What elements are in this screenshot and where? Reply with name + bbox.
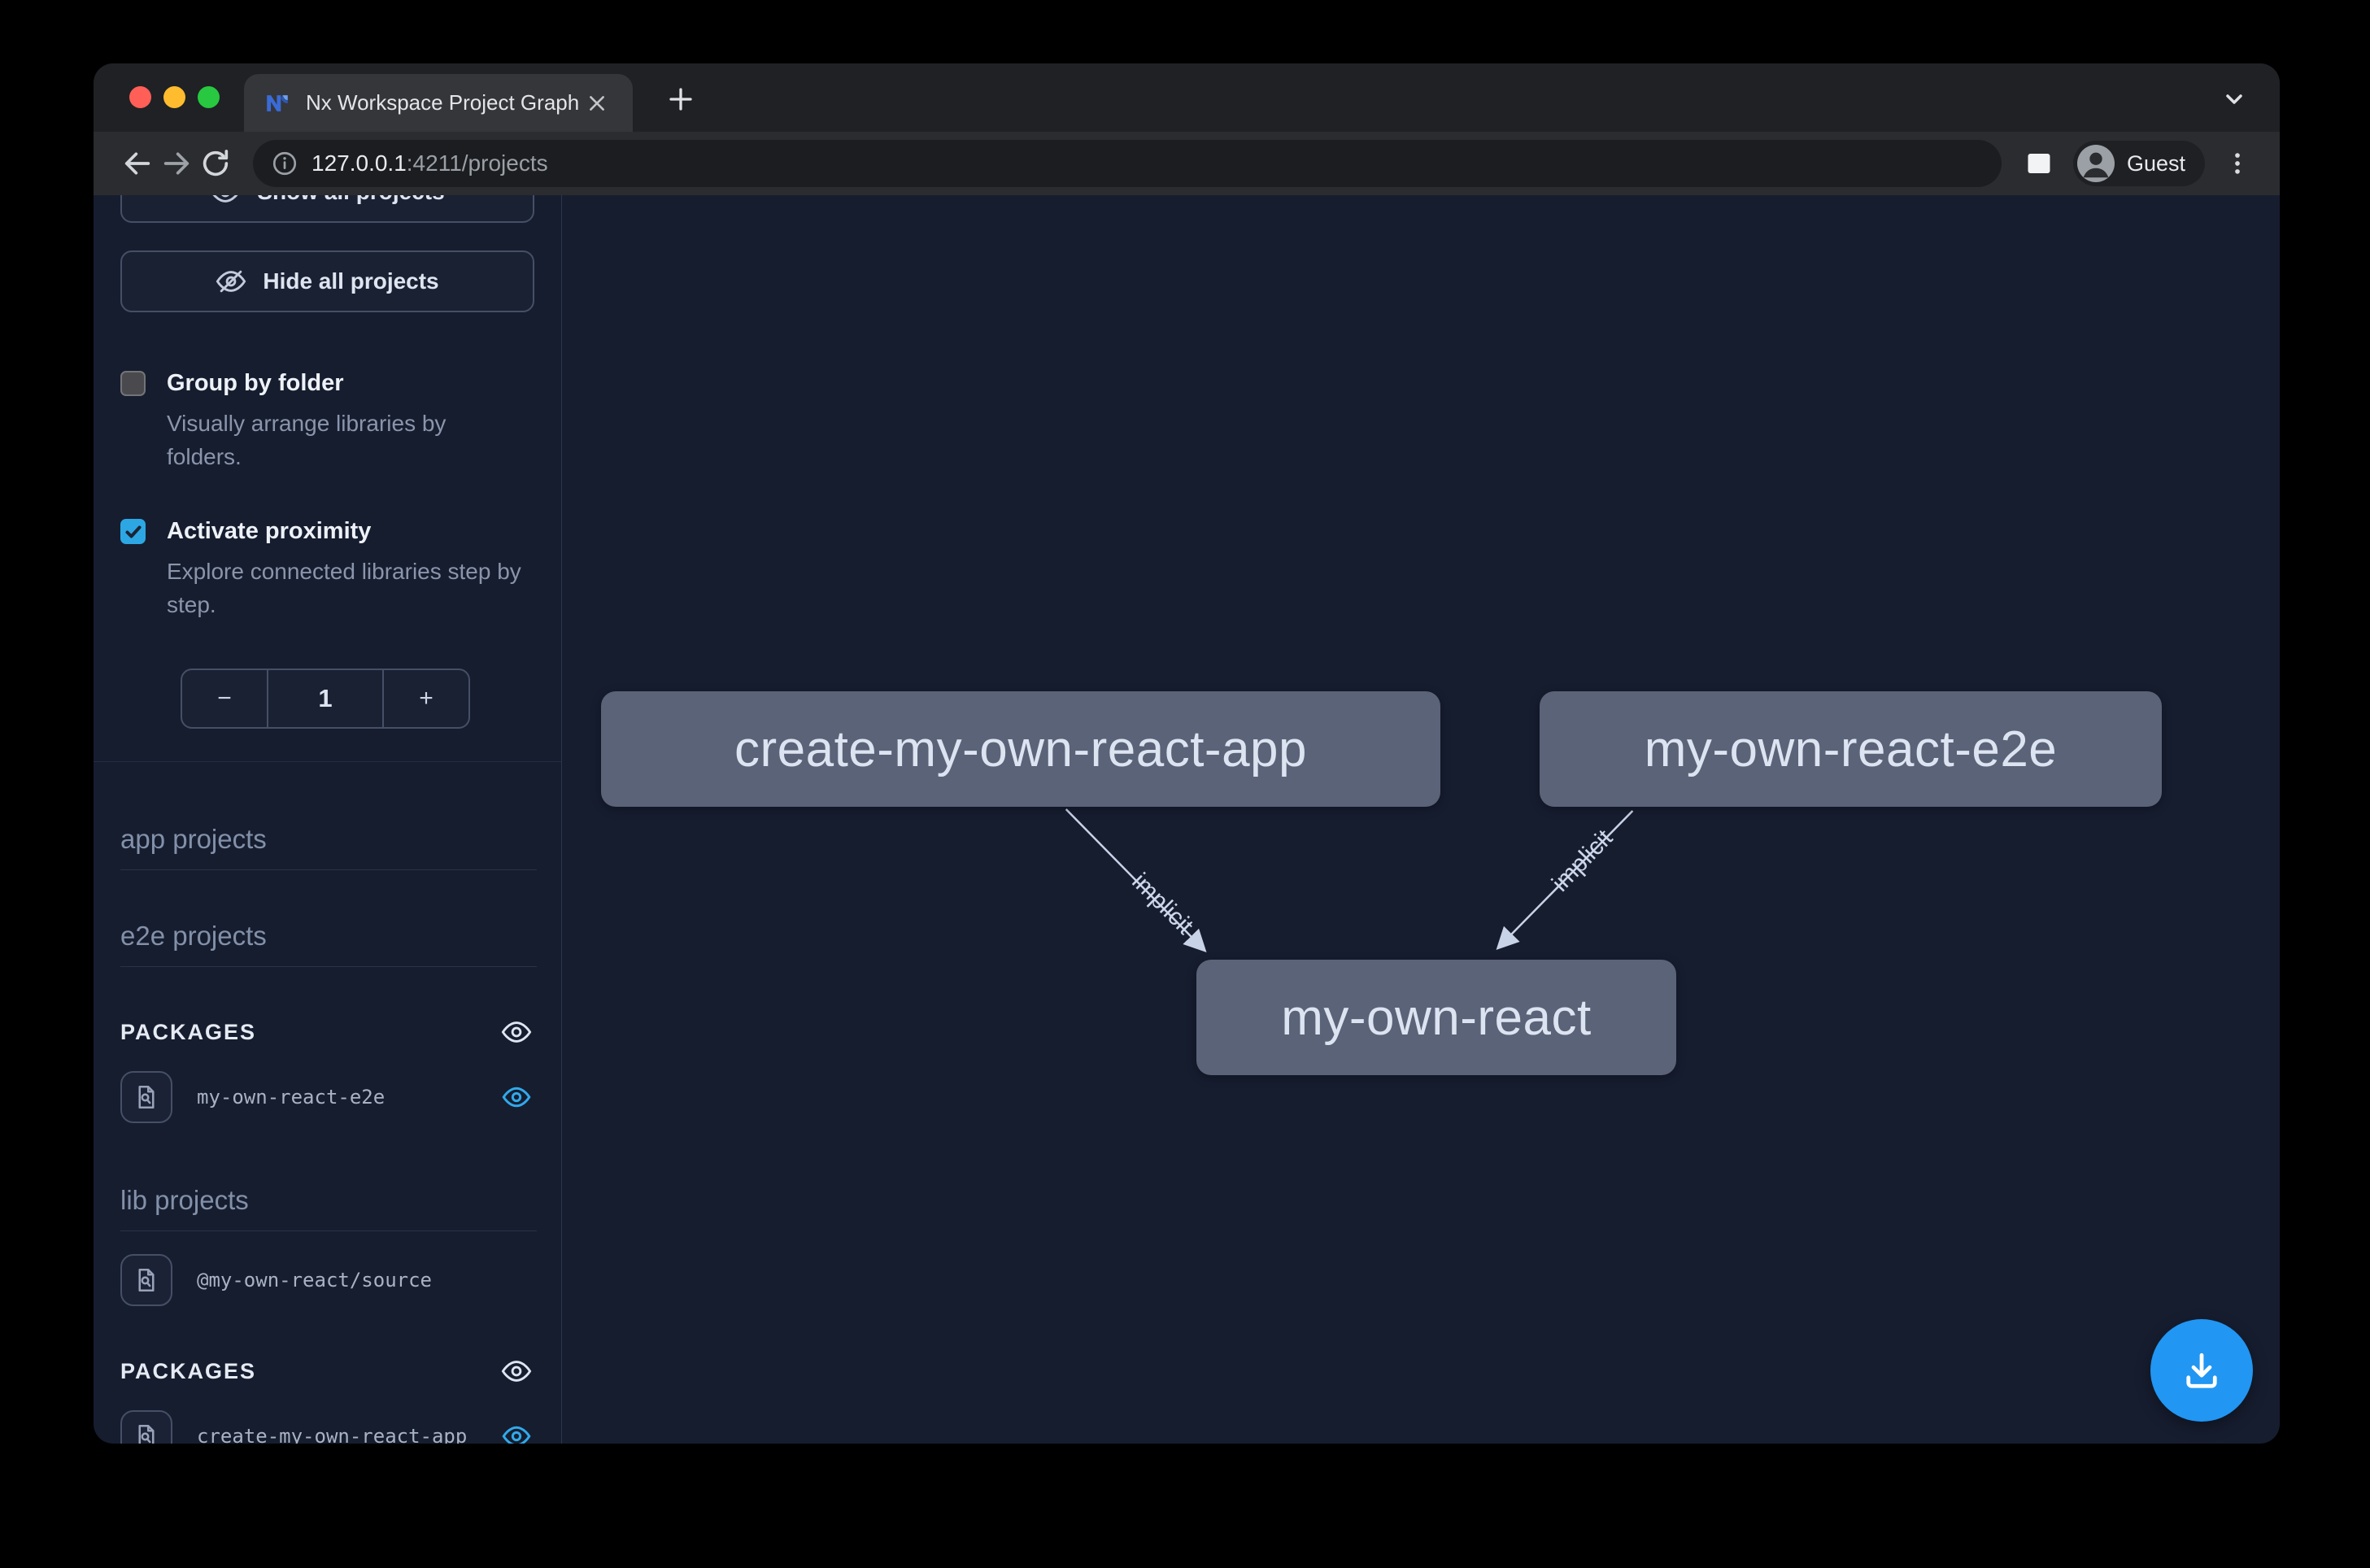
activate-proximity-option: Activate proximity Explore connected lib… bbox=[120, 517, 527, 621]
activate-proximity-checkbox[interactable] bbox=[120, 519, 146, 544]
url-text: 127.0.0.1:4211/projects bbox=[311, 150, 548, 176]
browser-toolbar: 127.0.0.1:4211/projects Guest bbox=[94, 132, 2280, 195]
project-name: my-own-react-e2e bbox=[197, 1086, 500, 1108]
edge-label: implicit bbox=[1126, 868, 1199, 940]
graph-edges: implicit implicit bbox=[562, 195, 2280, 1444]
close-window-button[interactable] bbox=[129, 86, 151, 108]
sidebar-divider bbox=[94, 761, 561, 762]
activate-proximity-label: Activate proximity bbox=[167, 517, 527, 545]
url-path: :4211/projects bbox=[407, 150, 548, 176]
decrement-button[interactable]: − bbox=[182, 670, 267, 727]
project-row: @my-own-react/source bbox=[120, 1254, 533, 1306]
hide-all-projects-label: Hide all projects bbox=[263, 268, 438, 294]
packages-heading: PACKAGES bbox=[120, 1020, 256, 1045]
forward-button[interactable] bbox=[157, 144, 196, 183]
tab-close-icon[interactable] bbox=[581, 87, 613, 120]
back-button[interactable] bbox=[118, 144, 157, 183]
project-detail-icon[interactable] bbox=[120, 1071, 172, 1123]
increment-button[interactable]: + bbox=[384, 670, 468, 727]
project-row: my-own-react-e2e bbox=[120, 1071, 533, 1123]
tab-strip: Nx Workspace Project Graph bbox=[94, 63, 2280, 132]
activate-proximity-description: Explore connected libraries step by step… bbox=[167, 555, 527, 621]
packages-heading: PACKAGES bbox=[120, 1359, 256, 1384]
browser-menu-icon[interactable] bbox=[2220, 146, 2255, 181]
e2e-projects-heading: e2e projects bbox=[120, 921, 537, 967]
profile-chip[interactable]: Guest bbox=[2073, 141, 2205, 186]
proximity-depth-value: 1 bbox=[267, 670, 384, 727]
address-bar[interactable]: 127.0.0.1:4211/projects bbox=[253, 140, 2002, 187]
project-name: create-my-own-react-app bbox=[197, 1425, 500, 1444]
group-by-folder-description: Visually arrange libraries by folders. bbox=[167, 407, 527, 473]
project-graph-canvas[interactable]: implicit implicit create-my-own-react-ap… bbox=[561, 195, 2280, 1444]
graph-node-create-my-own-react-app[interactable]: create-my-own-react-app bbox=[601, 691, 1440, 807]
hide-all-projects-button[interactable]: Hide all projects bbox=[120, 250, 534, 312]
profile-label: Guest bbox=[2127, 151, 2185, 176]
zoom-window-button[interactable] bbox=[198, 86, 220, 108]
page-content: Show all projects Hide all projects Grou… bbox=[94, 195, 2280, 1444]
minimize-window-button[interactable] bbox=[163, 86, 185, 108]
tab-title: Nx Workspace Project Graph bbox=[306, 90, 581, 115]
checkmark-icon bbox=[124, 522, 143, 542]
packages-section-header: PACKAGES bbox=[120, 1355, 533, 1387]
tab-search-chevron-icon[interactable] bbox=[2220, 85, 2249, 114]
group-by-folder-label: Group by folder bbox=[167, 369, 527, 397]
project-detail-icon[interactable] bbox=[120, 1254, 172, 1306]
nx-logo-icon bbox=[264, 89, 291, 117]
project-detail-icon[interactable] bbox=[120, 1410, 172, 1444]
graph-node-my-own-react-e2e[interactable]: my-own-react-e2e bbox=[1540, 691, 2162, 807]
browser-tab[interactable]: Nx Workspace Project Graph bbox=[244, 74, 633, 132]
avatar-icon bbox=[2077, 145, 2115, 182]
proximity-depth-stepper: − 1 + bbox=[181, 669, 470, 729]
app-projects-heading: app projects bbox=[120, 824, 537, 870]
download-graph-button[interactable] bbox=[2150, 1319, 2253, 1422]
show-all-projects-button[interactable]: Show all projects bbox=[120, 195, 534, 223]
traffic-lights bbox=[129, 86, 220, 108]
show-all-projects-label: Show all projects bbox=[257, 195, 444, 205]
download-icon bbox=[2177, 1346, 2226, 1395]
reload-button[interactable] bbox=[196, 144, 235, 183]
project-name: @my-own-react/source bbox=[197, 1269, 533, 1291]
site-info-icon[interactable] bbox=[271, 150, 298, 177]
project-row: create-my-own-react-app bbox=[120, 1410, 533, 1444]
toggle-project-visibility-eye-icon[interactable] bbox=[500, 1420, 533, 1444]
group-by-folder-checkbox[interactable] bbox=[120, 371, 146, 396]
group-by-folder-option: Group by folder Visually arrange librari… bbox=[120, 369, 527, 473]
packages-section-header: PACKAGES bbox=[120, 1016, 533, 1048]
browser-window: Nx Workspace Project Graph 127.0.0.1:421… bbox=[94, 63, 2280, 1444]
url-host: 127.0.0.1 bbox=[311, 150, 407, 176]
sidebar: Show all projects Hide all projects Grou… bbox=[94, 195, 561, 1444]
edge-label: implicit bbox=[1547, 824, 1618, 896]
lib-projects-heading: lib projects bbox=[120, 1185, 537, 1231]
toggle-project-visibility-eye-icon[interactable] bbox=[500, 1081, 533, 1113]
side-panel-icon[interactable] bbox=[2019, 144, 2059, 183]
eye-icon bbox=[210, 195, 241, 207]
graph-node-my-own-react[interactable]: my-own-react bbox=[1196, 960, 1676, 1075]
new-tab-button[interactable] bbox=[663, 81, 699, 117]
eye-off-icon bbox=[216, 266, 246, 297]
toggle-section-visibility-eye-icon[interactable] bbox=[500, 1016, 533, 1048]
toggle-section-visibility-eye-icon[interactable] bbox=[500, 1355, 533, 1387]
